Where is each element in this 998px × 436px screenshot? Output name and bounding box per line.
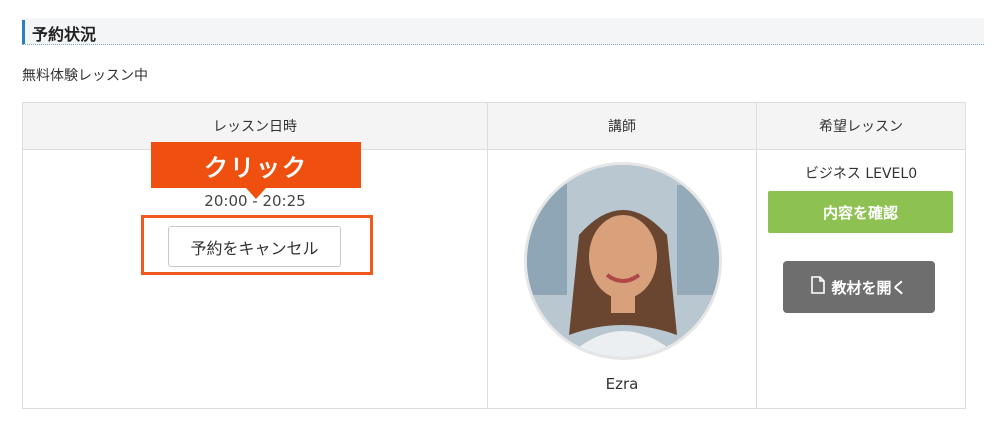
lesson-table: レッスン日時 講師 希望レッスン 20:00 - 20:25 予約をキャンセル … (22, 102, 966, 409)
lesson-datetime-cell: 20:00 - 20:25 予約をキャンセル クリック (22, 142, 488, 409)
open-material-label: 教材を開く (831, 278, 907, 297)
confirm-content-button[interactable]: 内容を確認 (768, 191, 953, 233)
cancel-reservation-button[interactable]: 予約をキャンセル (168, 226, 341, 267)
confirm-content-label: 内容を確認 (822, 203, 898, 222)
document-icon (811, 276, 826, 298)
header-teacher: 講師 (487, 102, 757, 150)
table-row: 20:00 - 20:25 予約をキャンセル クリック Ezra ビジネス LE… (22, 142, 966, 409)
teacher-avatar (524, 162, 722, 360)
desired-lesson-cell: ビジネス LEVEL0 内容を確認 教材を開く (756, 149, 966, 409)
section-accent-bar (22, 20, 25, 44)
avatar-photo (527, 165, 719, 357)
status-text: 無料体験レッスン中 (22, 68, 148, 84)
click-callout: クリック (151, 142, 361, 199)
section-title: 予約状況 (32, 25, 97, 44)
open-material-button[interactable]: 教材を開く (783, 261, 935, 313)
teacher-cell: Ezra (487, 149, 757, 409)
header-desired-lesson: 希望レッスン (756, 102, 966, 150)
section-header: 予約状況 (22, 18, 984, 45)
teacher-name: Ezra (605, 375, 639, 393)
course-name: ビジネス LEVEL0 (804, 166, 918, 182)
